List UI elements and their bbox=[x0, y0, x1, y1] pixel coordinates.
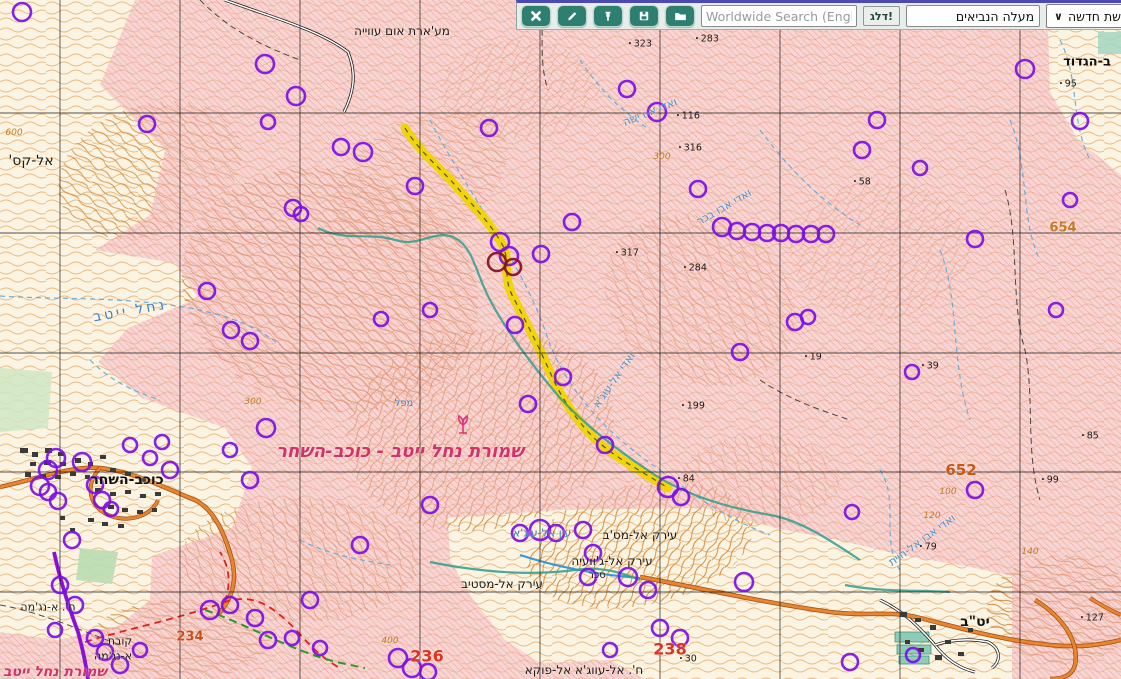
building bbox=[110, 468, 116, 472]
building bbox=[32, 452, 38, 457]
chevron-down-icon: ∨ bbox=[1054, 10, 1063, 23]
building bbox=[935, 655, 942, 660]
map-application: מע'ארת אום עווייהאל-קס'נחל ייטבשמורת נחל… bbox=[0, 0, 1121, 679]
building bbox=[905, 640, 910, 644]
building bbox=[958, 652, 964, 656]
building bbox=[945, 640, 951, 644]
edit-button[interactable] bbox=[557, 5, 587, 27]
save-button[interactable] bbox=[629, 5, 659, 27]
grid-select[interactable]: רשת חדשה ∨ bbox=[1046, 4, 1121, 28]
x-icon bbox=[530, 10, 542, 22]
clear-button[interactable] bbox=[521, 5, 551, 27]
building bbox=[30, 462, 36, 466]
toolbar: דלג! רשת חדשה ∨ bbox=[516, 0, 1121, 30]
building bbox=[140, 478, 146, 482]
building bbox=[137, 510, 143, 514]
grid-select-label: רשת חדשה bbox=[1068, 9, 1121, 24]
skip-button[interactable]: דלג! bbox=[863, 6, 900, 26]
floppy-icon bbox=[638, 10, 650, 22]
building bbox=[968, 628, 973, 632]
topographic-map[interactable] bbox=[0, 0, 1121, 679]
building bbox=[155, 492, 161, 496]
building bbox=[140, 494, 146, 498]
building bbox=[60, 516, 65, 520]
building bbox=[152, 508, 157, 512]
folder-icon bbox=[674, 10, 687, 22]
building bbox=[110, 492, 116, 496]
building bbox=[102, 522, 108, 526]
building bbox=[100, 455, 106, 459]
building bbox=[25, 472, 31, 477]
pencil-icon bbox=[566, 10, 578, 22]
building bbox=[122, 508, 128, 512]
building bbox=[125, 472, 131, 476]
location-input[interactable] bbox=[906, 5, 1040, 27]
building bbox=[118, 524, 124, 528]
pin-button[interactable] bbox=[593, 5, 623, 27]
building bbox=[125, 490, 131, 494]
open-button[interactable] bbox=[665, 5, 695, 27]
search-input[interactable] bbox=[701, 5, 857, 27]
building bbox=[75, 458, 81, 463]
building bbox=[20, 448, 28, 453]
building bbox=[915, 618, 921, 622]
pushpin-icon bbox=[602, 10, 614, 22]
building bbox=[70, 472, 76, 476]
building bbox=[900, 612, 907, 617]
building bbox=[930, 625, 936, 630]
building bbox=[88, 518, 94, 522]
